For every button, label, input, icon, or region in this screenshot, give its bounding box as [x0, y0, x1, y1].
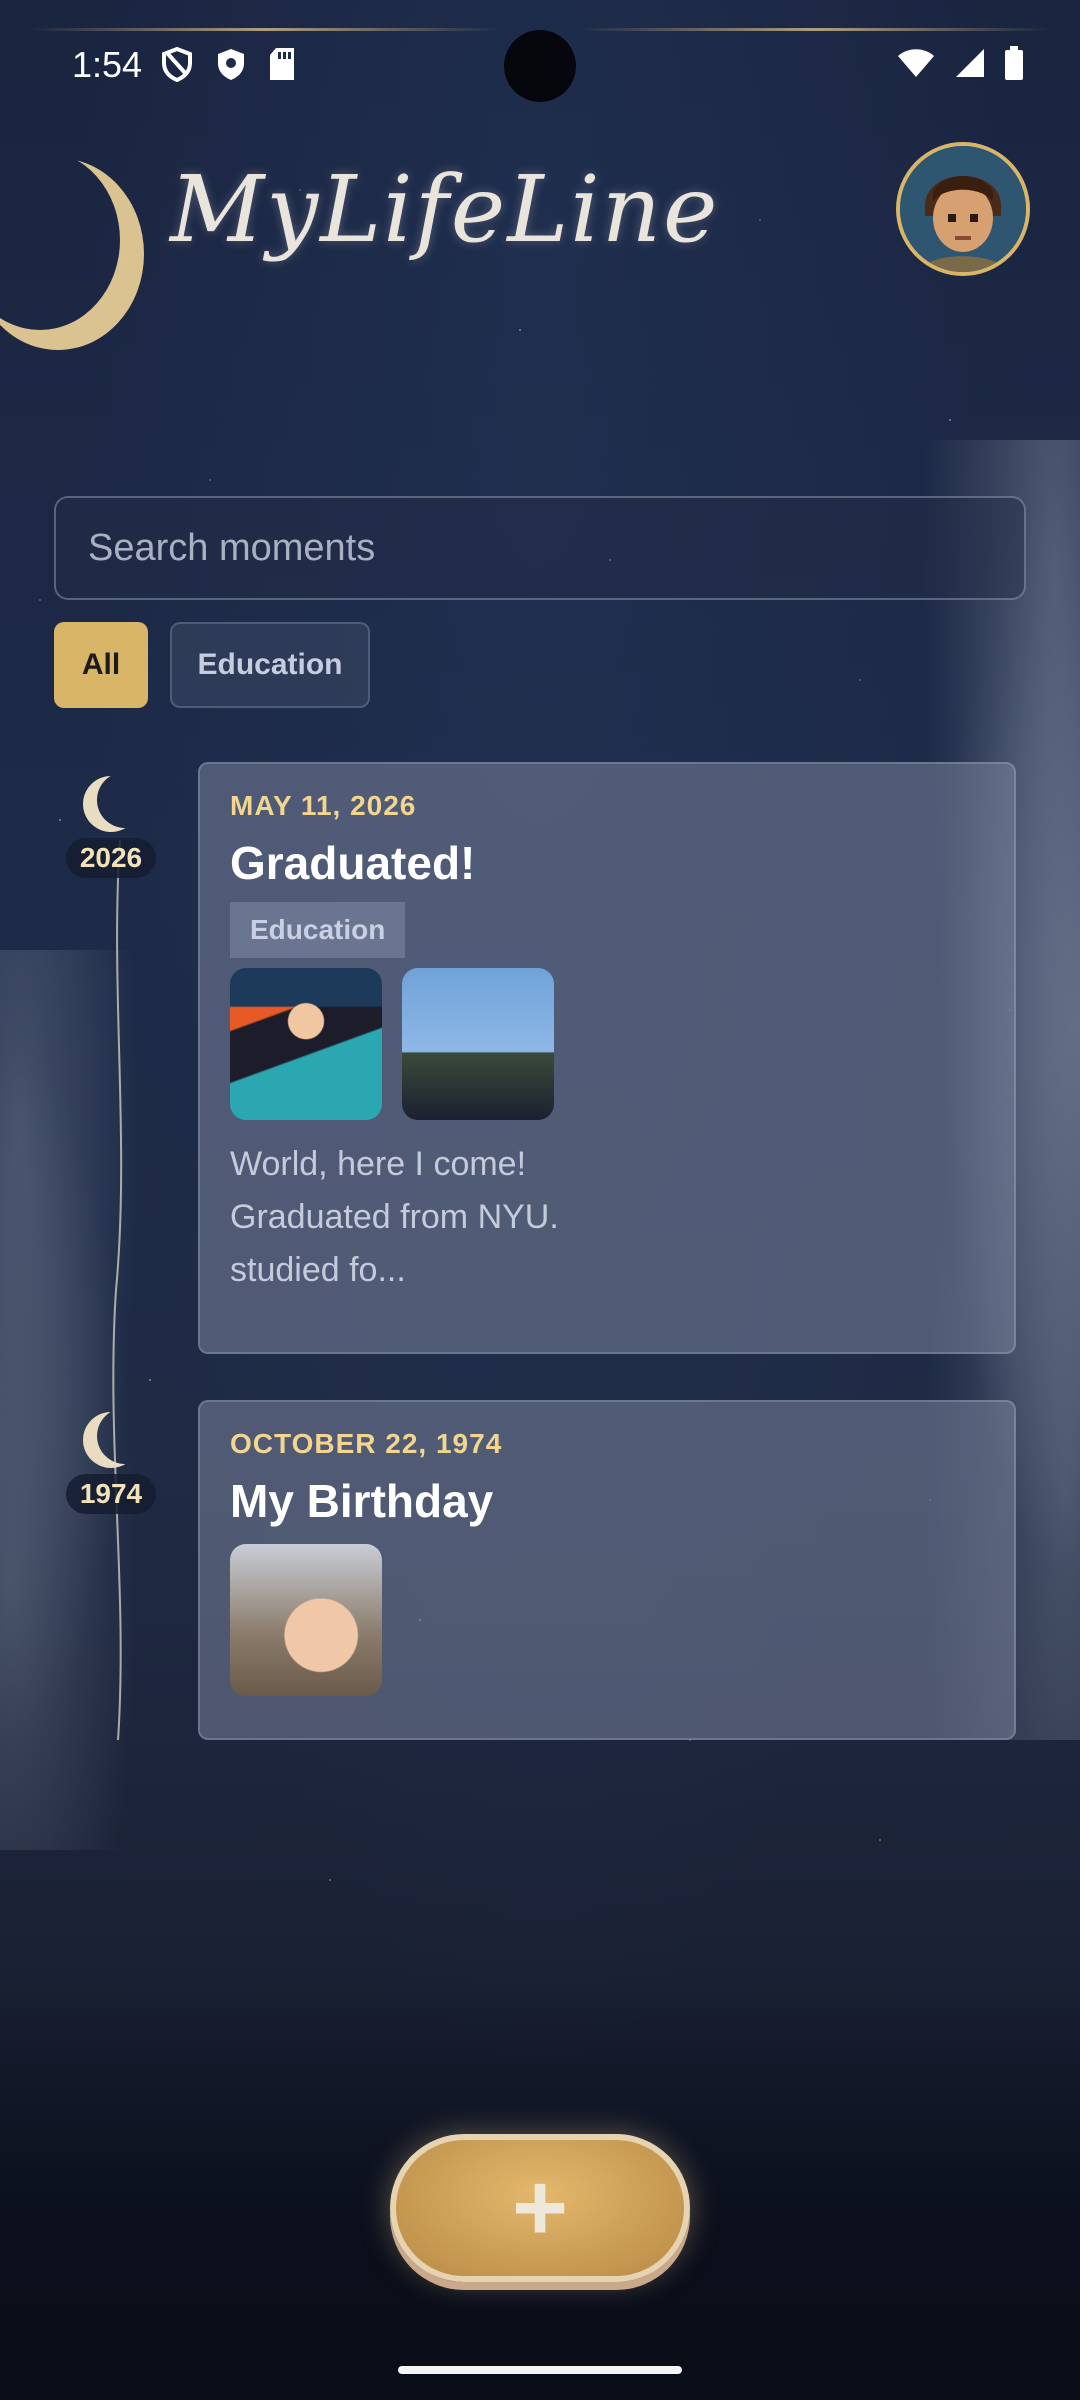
- moment-card-graduated[interactable]: MAY 11, 2026 Graduated! Education World,…: [198, 762, 1016, 1354]
- filter-chip-education[interactable]: Education: [170, 622, 370, 708]
- filter-chip-label: Education: [197, 648, 343, 681]
- search-field[interactable]: [54, 496, 1026, 600]
- status-bar: 1:54: [0, 0, 1080, 130]
- moon-icon: [83, 1412, 139, 1468]
- camera-cutout: [504, 30, 576, 102]
- cap-toss-photo-thumbnail[interactable]: [402, 968, 554, 1120]
- shield-filled-icon: [218, 49, 244, 80]
- search-input[interactable]: [56, 498, 1024, 598]
- moment-title: My Birthday: [230, 1475, 494, 1527]
- profile-avatar-button[interactable]: [896, 142, 1030, 276]
- moment-card-birthday[interactable]: OCTOBER 22, 1974 My Birthday: [198, 1400, 1016, 1740]
- status-icons-left: [160, 46, 296, 82]
- battery-icon: [1005, 46, 1023, 80]
- year-marker-2026: 2026: [56, 776, 166, 878]
- home-indicator[interactable]: [398, 2366, 682, 2374]
- moment-photos: [230, 968, 984, 1120]
- filter-chip-label: All: [81, 648, 121, 681]
- moment-date: MAY 11, 2026: [230, 790, 417, 821]
- shield-outline-icon: [162, 46, 192, 82]
- wifi-icon: [898, 49, 934, 77]
- add-moment-button[interactable]: +: [390, 2134, 690, 2282]
- decorative-line-right: [580, 28, 1050, 31]
- moment-description: World, here I come! Graduated from NYU. …: [230, 1145, 559, 1289]
- status-icons-right: [896, 46, 1024, 80]
- status-time: 1:54: [72, 44, 143, 85]
- baby-photo-thumbnail[interactable]: [230, 1544, 382, 1696]
- app-title-logo: MyLifeLine: [170, 156, 720, 263]
- app-screen: 1:54 MyLifeLine Search moments All Educa…: [0, 0, 1080, 2400]
- year-label: 2026: [65, 838, 157, 878]
- year-marker-1974: 1974: [56, 1412, 166, 1514]
- moment-date: OCTOBER 22, 1974: [230, 1428, 503, 1459]
- sd-card-icon: [270, 48, 294, 80]
- clouds-decoration-left: [0, 950, 160, 1850]
- decorative-line-left: [30, 28, 500, 31]
- moment-category-tag: Education: [230, 902, 406, 958]
- moment-photos: [230, 1544, 984, 1696]
- year-label: 1974: [65, 1474, 157, 1514]
- category-filters: All Education: [54, 622, 370, 708]
- user-avatar-icon: [900, 146, 1026, 272]
- moon-icon: [83, 776, 139, 832]
- filter-chip-all[interactable]: All: [54, 622, 148, 708]
- moment-title: Graduated!: [230, 837, 476, 889]
- timeline-connector-line: [112, 840, 123, 1740]
- signal-icon: [956, 49, 984, 77]
- graduate-photo-thumbnail[interactable]: [230, 968, 382, 1120]
- plus-icon: +: [511, 2154, 569, 2261]
